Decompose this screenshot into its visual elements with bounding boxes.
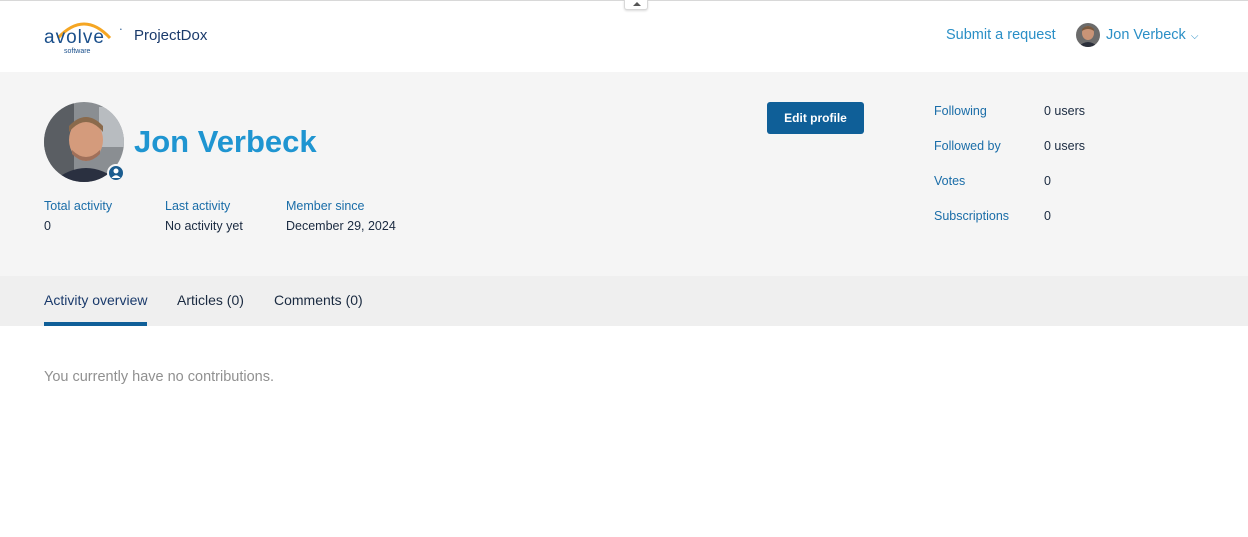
profile-header: Jon Verbeck Total activity 0 Last activi…: [0, 72, 1248, 276]
logo-wordmark: avolve: [44, 27, 105, 48]
side-stat-following: Following 0 users: [934, 104, 1085, 139]
subscriptions-value: 0: [1044, 209, 1051, 223]
stat-label: Total activity: [44, 199, 113, 213]
tab-articles[interactable]: Articles (0): [177, 292, 244, 308]
edit-profile-button[interactable]: Edit profile: [767, 102, 864, 134]
stat-member-since: Member since December 29, 2024: [286, 199, 396, 233]
active-tab-indicator: [44, 322, 147, 326]
followed-by-value: 0 users: [1044, 139, 1085, 153]
side-stat-subscriptions: Subscriptions 0: [934, 209, 1085, 244]
stat-value: No activity yet: [165, 219, 243, 233]
followed-by-link[interactable]: Followed by: [934, 139, 1044, 174]
following-value: 0 users: [1044, 104, 1085, 118]
tab-activity-overview[interactable]: Activity overview: [44, 292, 147, 308]
empty-contributions-message: You currently have no contributions.: [44, 369, 274, 385]
site-header: avolve • software ProjectDox Submit a re…: [0, 0, 1248, 72]
profile-side-stats: Following 0 users Followed by 0 users Vo…: [934, 104, 1085, 244]
stat-total-activity: Total activity 0: [44, 199, 112, 233]
avolve-logo[interactable]: avolve • software: [44, 18, 124, 56]
logo-subtext: software: [64, 48, 91, 55]
svg-text:•: •: [120, 27, 122, 33]
user-name: Jon Verbeck: [1106, 27, 1186, 43]
stat-label: Member since: [286, 199, 365, 213]
stat-label: Last activity: [165, 199, 231, 213]
submit-request-link[interactable]: Submit a request: [946, 27, 1056, 43]
user-badge-icon: [107, 164, 125, 182]
tab-comments[interactable]: Comments (0): [274, 292, 363, 308]
chevron-down-icon: ⌵: [1190, 31, 1199, 42]
stat-value: December 29, 2024: [286, 219, 396, 233]
following-link[interactable]: Following: [934, 104, 1044, 139]
side-stat-votes: Votes 0: [934, 174, 1085, 209]
side-stat-followed-by: Followed by 0 users: [934, 139, 1085, 174]
stat-value: 0: [44, 219, 51, 233]
subscriptions-link[interactable]: Subscriptions: [934, 209, 1044, 244]
votes-link[interactable]: Votes: [934, 174, 1044, 209]
profile-name: Jon Verbeck: [134, 124, 317, 159]
stat-last-activity: Last activity No activity yet: [165, 199, 243, 233]
profile-tabs: Activity overview Articles (0) Comments …: [0, 276, 1248, 326]
votes-value: 0: [1044, 174, 1051, 188]
user-menu[interactable]: Jon Verbeck ⌵: [1076, 23, 1198, 47]
user-avatar: [1076, 23, 1100, 47]
brand-name-link[interactable]: ProjectDox: [134, 27, 207, 44]
